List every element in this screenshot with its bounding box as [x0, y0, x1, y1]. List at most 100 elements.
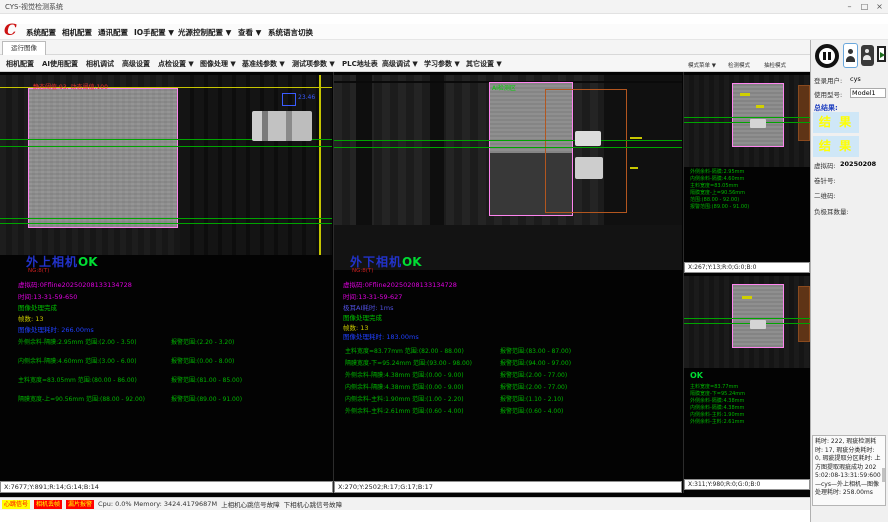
alarm-range: 报警范围:(83.00 - 87.00) — [500, 346, 571, 355]
tool-camera-debug[interactable]: 相机调试 — [86, 59, 114, 69]
mode-detect[interactable]: 检测模式 — [728, 61, 750, 69]
ai-region-label: AI检测区 — [492, 83, 516, 92]
left-time-text: 时间:13-31-59-650 — [18, 291, 77, 301]
menu-item-io-config[interactable]: IO手配置 ▼ — [134, 27, 174, 38]
middle-coordinate-bar: X:270;Y:2502;R:17;G:17;B:17 — [334, 481, 682, 493]
small-measure-line: 隔膜宽度-上=90.56mm — [690, 189, 745, 196]
needle-number-label: 卷针号: — [814, 175, 836, 185]
small-measure-line: 主料宽度=83.77mm — [690, 383, 738, 390]
measure-row: 外侧余料-主料:2.61mm 范围:(0.60 - 4.00) — [345, 406, 464, 415]
roi-ai-region — [798, 286, 810, 342]
qr-code-label: 二维码: — [814, 190, 836, 200]
mode-sampling[interactable]: 抽检模式 — [764, 61, 786, 69]
menu-item-camera-config[interactable]: 相机配置 — [62, 27, 92, 38]
middle-camera-result: OK — [402, 255, 422, 269]
tool-camera-config[interactable]: 相机配置 — [6, 59, 34, 69]
middle-camera-image[interactable]: AI检测区 — [334, 75, 682, 270]
middle-done-text: 图像处理完成 — [343, 312, 382, 322]
electrode-tab — [750, 320, 766, 329]
left-camera-image[interactable]: 23.46 静态阈值:93, 动态阈值:100 — [0, 75, 332, 255]
login-user-button[interactable] — [843, 43, 858, 68]
alarm-range: 报警范围:(89.00 - 91.00) — [171, 394, 242, 403]
mode-menu-dropdown[interactable]: 模式菜单 ▼ — [688, 61, 716, 69]
user-icon — [846, 56, 855, 62]
model-value-field[interactable]: Model1 — [850, 88, 886, 98]
log-output[interactable]: 耗时: 222, 瑕疵检测耗时: 17, 瑕疵分类耗时: 0, 瑕疵提取分区耗时… — [812, 435, 886, 506]
user-icon — [865, 49, 869, 53]
virtual-code-value: 20250208 — [840, 160, 876, 168]
middle-ng-text: NG:8(T) — [352, 268, 373, 274]
small-measure-line: 主料宽度=83.05mm — [690, 182, 738, 189]
measure-line — [0, 146, 332, 147]
small-measure-line: 内侧余料-隔膜:4.38mm — [690, 404, 744, 411]
missing-sheet-alarm-badge: 漏片报警 — [66, 500, 94, 509]
virtual-code-label: 虚拟码: — [814, 160, 836, 170]
tool-plc-table[interactable]: PLC地址表 — [342, 59, 378, 69]
tab-strip: 运行图像 — [0, 40, 810, 55]
menu-item-light-config[interactable]: 光源控制配置 ▼ — [178, 27, 231, 38]
operator-button[interactable] — [861, 45, 874, 66]
tool-spot-check[interactable]: 点检设置 ▼ — [158, 59, 194, 69]
small-measure-line: 外侧余料-隔膜:4.38mm — [690, 397, 744, 404]
threshold-overlay-text: 静态阈值:93, 动态阈值:100 — [33, 82, 108, 91]
metal-part — [252, 111, 312, 141]
electrode-tab — [750, 119, 766, 128]
small-measure-line: 内侧余料-主料:1.90mm — [690, 411, 744, 418]
left-camera-result: OK — [78, 255, 98, 269]
measure-row: 隔膜宽度-上=90.56mm 范围:(88.00 - 92.00) — [18, 394, 145, 403]
small-measure-line: 范围:(88.00 - 92.00) — [690, 196, 739, 203]
measure-marker-box — [282, 93, 296, 106]
left-barcode-text: 虚拟码:0Ffline20250208133134728 — [18, 279, 132, 289]
machine-background — [180, 75, 332, 255]
menu-item-system-config[interactable]: 系统配置 — [26, 27, 56, 38]
tool-image-process[interactable]: 图像处理 ▼ — [200, 59, 236, 69]
marker-dash — [630, 137, 642, 139]
measure-marker-value: 23.46 — [298, 94, 315, 101]
small-bottom-camera-image[interactable] — [684, 276, 810, 368]
lower-camera-alert: 下相机心跳信号故障 — [284, 499, 343, 509]
menu-item-language-switch[interactable]: 系统语言切换 — [268, 27, 313, 38]
tool-baseline-params[interactable]: 基准线参数 ▼ — [242, 59, 285, 69]
camera-dropframe-badge: 相机丢帧 — [34, 500, 62, 509]
maximize-button[interactable]: □ — [858, 1, 871, 12]
measure-line — [684, 323, 810, 324]
close-button[interactable]: × — [873, 1, 886, 12]
pause-button[interactable] — [815, 44, 839, 68]
menu-item-view[interactable]: 查看 ▼ — [238, 27, 261, 38]
user-icon — [848, 49, 853, 54]
measure-line — [684, 122, 810, 123]
electrode-tab — [575, 157, 603, 179]
middle-barcode-text: 虚拟码:0Ffline20250208133134728 — [343, 279, 457, 289]
cpu-memory-text: Cpu: 0.0% Memory: 3424.4179687M — [98, 500, 217, 508]
small-measure-line: 内侧余料-隔膜:4.60mm — [690, 175, 744, 182]
tool-test-params[interactable]: 测试项参数 ▼ — [292, 59, 335, 69]
login-user-value: cys — [850, 75, 861, 83]
upper-camera-alert: 上相机心跳信号故障 — [221, 499, 280, 509]
tool-advanced-debug[interactable]: 高级调试 ▼ — [382, 59, 418, 69]
middle-time-text: 时间:13-31-59-627 — [343, 291, 402, 301]
middle-ai-time-text: 极耳AI耗时: 1ms — [343, 302, 393, 312]
pause-icon — [828, 52, 831, 60]
left-elapsed-text: 图像处理耗时: 266.00ms — [18, 324, 94, 334]
alarm-range: 报警范围:(1.10 - 2.10) — [500, 394, 563, 403]
left-camera-name: 外上相机 — [26, 255, 78, 269]
tool-other-settings[interactable]: 其它设置 ▼ — [466, 59, 502, 69]
title-bar: CYS-视觉检测系统 – □ × — [0, 0, 888, 14]
menu-item-comm-config[interactable]: 通讯配置 — [98, 27, 128, 38]
exit-button[interactable] — [876, 43, 888, 68]
alarm-range: 报警范围:(0.60 - 4.00) — [500, 406, 563, 415]
small-measure-line: 报警范围:(89.00 - 91.00) — [690, 203, 749, 210]
measure-row: 隔膜宽度-下=95.24mm 范围:(93.00 - 98.00) — [345, 358, 472, 367]
measure-line — [0, 223, 332, 224]
tool-advanced-set[interactable]: 高级设置 — [122, 59, 150, 69]
log-scrollbar[interactable] — [882, 468, 885, 482]
tool-ai-config[interactable]: AI使用配置 — [42, 59, 78, 69]
minimize-button[interactable]: – — [843, 1, 856, 12]
small-top-camera-image[interactable] — [684, 75, 810, 167]
marker-dash — [756, 105, 764, 108]
tool-learn-params[interactable]: 学习参数 ▼ — [424, 59, 460, 69]
edge-yellow-line — [319, 75, 321, 255]
measure-row: 外侧余料-隔膜:4.38mm 范围:(0.00 - 9.00) — [345, 370, 464, 379]
tab-run-image[interactable]: 运行图像 — [2, 41, 46, 55]
measure-line — [684, 117, 810, 118]
